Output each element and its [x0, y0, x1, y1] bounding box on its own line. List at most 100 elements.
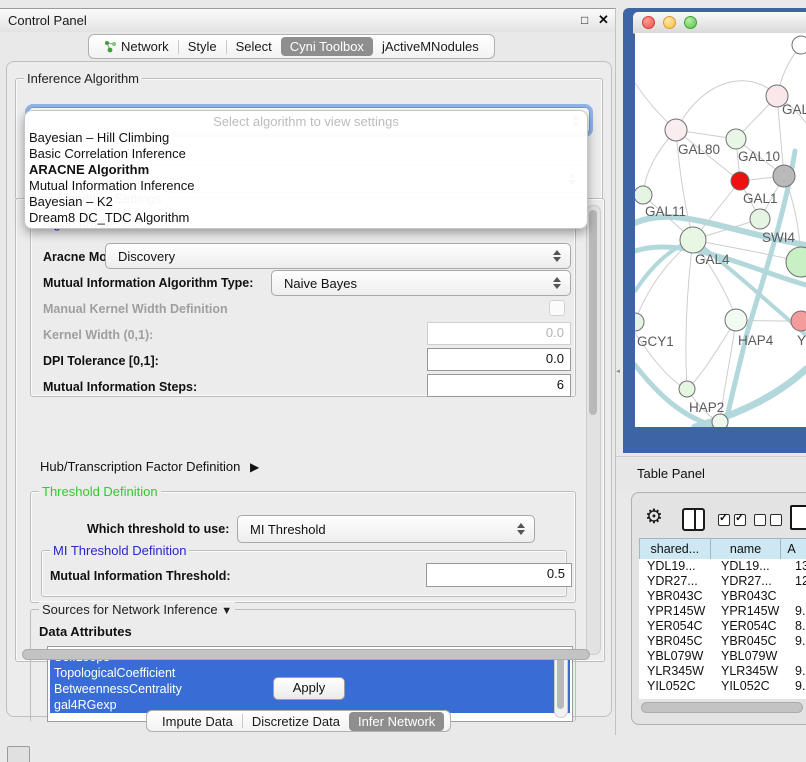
mi-threshold-group: MI Threshold Definition Mutual Informati… — [41, 550, 567, 597]
splitter-handle-icon[interactable]: ◄ — [615, 369, 621, 375]
node-label: GCY1 — [637, 334, 674, 349]
network-canvas[interactable]: GAL GAL80 GAL10 GAL1 SWI4 GAL11 GAL4 GCY… — [635, 33, 806, 427]
manual-kernel-checkbox[interactable] — [549, 300, 565, 316]
network-view-window: GAL GAL80 GAL10 GAL1 SWI4 GAL11 GAL4 GCY… — [623, 8, 806, 453]
control-panel-window: Control Panel □ ✕ Network Style Select C… — [0, 8, 616, 735]
table-horizontal-scrollbar[interactable] — [641, 702, 803, 713]
dropdown-item-selected[interactable]: ARACNE Algorithm — [25, 162, 587, 178]
float-panel-icon[interactable]: □ — [581, 13, 588, 27]
node-swi4[interactable] — [750, 209, 770, 229]
inference-algorithm-group-title: Inference Algorithm — [24, 71, 142, 86]
node-label: GAL80 — [678, 142, 720, 157]
hub-definition-toggle[interactable]: Hub/Transcription Factor Definition ▶ — [40, 459, 259, 474]
tab-discretize-data[interactable]: Discretize Data — [243, 712, 349, 731]
mi-type-combo[interactable]: Naive Bayes — [271, 270, 571, 296]
node-green-large[interactable] — [786, 247, 806, 277]
node-gcy1[interactable] — [635, 313, 644, 331]
dropdown-item[interactable]: Basic Correlation Inference — [25, 146, 587, 162]
table-row[interactable]: YBR043CYBR043C — [639, 589, 806, 604]
combo-arrows-icon — [548, 250, 566, 262]
node-gal11[interactable] — [635, 186, 652, 204]
collapsed-arrow-icon[interactable]: ▶ — [250, 460, 259, 474]
expanded-arrow-icon[interactable]: ▼ — [221, 605, 232, 617]
settings-vertical-scrollbar[interactable] — [586, 205, 601, 655]
node-gal10[interactable] — [726, 129, 746, 149]
column-header-shared-name[interactable]: shared... — [640, 539, 711, 560]
close-window-icon[interactable] — [642, 16, 655, 29]
show-all-columns-icon[interactable]: ✓ ✓ — [718, 514, 746, 526]
node-gal4[interactable] — [680, 227, 706, 253]
node-bottom-partial[interactable] — [712, 414, 728, 427]
zoom-window-icon[interactable] — [684, 16, 697, 29]
dpi-tolerance-field[interactable]: 0.0 — [427, 348, 571, 371]
bottom-tabbar: Impute Data Discretize Data Infer Networ… — [146, 710, 451, 732]
control-panel-tabbar: Network Style Select Cyni Toolbox jActiv… — [88, 34, 495, 59]
table-row[interactable]: YBR045CYBR045C9. — [639, 634, 806, 649]
node-label: GAL10 — [738, 149, 780, 164]
tab-select[interactable]: Select — [227, 37, 281, 56]
tab-style[interactable]: Style — [179, 37, 226, 56]
table-row[interactable]: YIL052CYIL052C9. — [639, 679, 806, 694]
node-gal1[interactable] — [731, 172, 749, 190]
which-threshold-combo[interactable]: MI Threshold — [237, 515, 535, 543]
table-panel-container: ⚙ ✓ ✓ shared... name A YDL19...YDL19...1… — [631, 492, 806, 725]
network-edges-thick[interactable] — [635, 151, 806, 427]
gear-icon[interactable]: ⚙ — [645, 507, 663, 527]
list-vertical-scrollbar[interactable] — [554, 650, 568, 718]
table-row[interactable]: YDR27...YDR27...12 — [639, 574, 806, 589]
cyni-toolbox-panel: Inference Algorithm galFiltered.sif defa… — [6, 61, 612, 717]
tab-network[interactable]: Network — [95, 37, 178, 56]
node-label: HAP4 — [738, 333, 774, 348]
aracne-mode-combo[interactable]: Discovery — [105, 243, 571, 269]
scrollbar-thumb[interactable] — [557, 653, 564, 709]
node-gal80[interactable] — [665, 119, 687, 141]
control-panel-title: Control Panel — [8, 13, 87, 28]
node-hap2[interactable] — [679, 381, 695, 397]
control-panel-titlebar[interactable]: Control Panel □ ✕ — [0, 9, 615, 32]
table-row[interactable]: YDL19...YDL19...13 — [639, 559, 806, 574]
node-salmon[interactable] — [791, 311, 806, 331]
settings-horizontal-scrollbar[interactable] — [22, 649, 590, 660]
hide-all-columns-icon[interactable] — [754, 514, 782, 526]
kernel-width-field[interactable]: 0.0 — [427, 322, 571, 345]
dropdown-item[interactable]: Mutual Information Inference — [25, 178, 587, 194]
table-row[interactable]: YPR145WYPR145W9. — [639, 604, 806, 619]
combo-arrows-icon — [548, 277, 566, 289]
table-body: YDL19...YDL19...13 YDR27...YDR27...12 YB… — [639, 559, 806, 699]
minimize-window-icon[interactable] — [663, 16, 676, 29]
scrollbar-thumb[interactable] — [589, 210, 597, 415]
combo-arrows-icon — [512, 523, 530, 535]
node-label: GAL4 — [695, 252, 730, 267]
dropdown-item[interactable]: Bayesian – Hill Climbing — [25, 130, 587, 146]
table-header-row: shared... name A — [639, 538, 806, 561]
minimized-panel-icon[interactable] — [7, 746, 30, 762]
algorithm-definition-group: Algorithm Definition Aracne Mode: Discov… — [30, 223, 576, 397]
dpi-tolerance-label: DPI Tolerance [0,1]: — [43, 354, 159, 368]
new-table-icon[interactable] — [790, 505, 806, 530]
tab-infer-network[interactable]: Infer Network — [349, 712, 444, 731]
dropdown-placeholder: Select algorithm to view settings — [25, 111, 587, 130]
column-header-name[interactable]: name — [711, 539, 782, 560]
mi-steps-label: Mutual Information Steps: — [43, 380, 197, 394]
tab-cyni-toolbox[interactable]: Cyni Toolbox — [281, 37, 373, 56]
node-hap4[interactable] — [725, 309, 747, 331]
tab-jactivemnodules[interactable]: jActiveMNodules — [373, 37, 488, 56]
which-threshold-label: Which threshold to use: — [87, 522, 229, 536]
mi-steps-field[interactable]: 6 — [427, 374, 571, 397]
table-row[interactable]: YER054CYER054C8. — [639, 619, 806, 634]
tab-impute-data[interactable]: Impute Data — [153, 712, 242, 731]
dropdown-item[interactable]: Dream8 DC_TDC Algorithm — [25, 210, 587, 226]
table-panel-title: Table Panel — [637, 466, 705, 481]
dropdown-item[interactable]: Bayesian – K2 — [25, 194, 587, 210]
apply-button[interactable]: Apply — [273, 677, 345, 700]
columns-icon[interactable] — [682, 508, 705, 531]
table-row[interactable]: YBL079WYBL079W — [639, 649, 806, 664]
close-panel-icon[interactable]: ✕ — [598, 12, 609, 28]
node[interactable] — [792, 36, 806, 54]
column-header-partial[interactable]: A — [781, 539, 806, 560]
threshold-definition-group: Threshold Definition Which threshold to … — [30, 491, 576, 603]
table-row[interactable]: YLR345WYLR345W9. — [639, 664, 806, 679]
network-window-titlebar[interactable] — [633, 12, 806, 34]
node-gray[interactable] — [773, 165, 795, 187]
mi-threshold-field[interactable]: 0.5 — [426, 563, 572, 587]
